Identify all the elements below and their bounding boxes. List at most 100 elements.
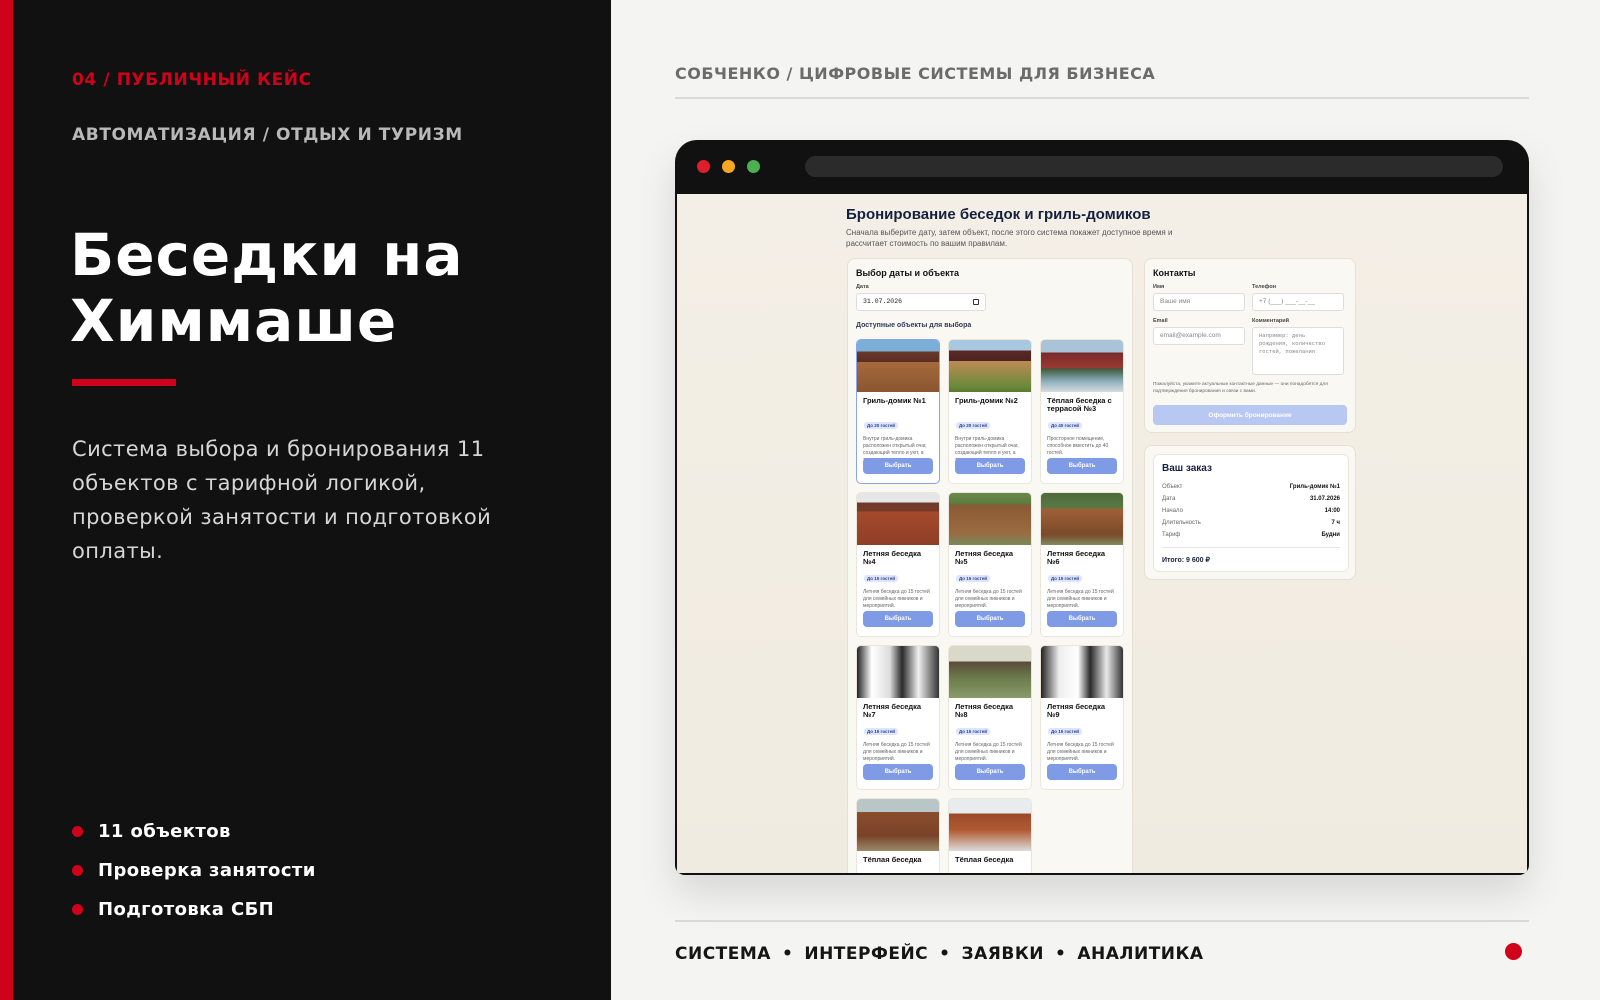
object-card[interactable]: Гриль-домик №1 До 20 гостей Внутри гриль-д… [856,339,940,484]
object-photo [949,799,1031,851]
phone-label: Телефон [1252,284,1277,290]
tag: СИСТЕМА [675,944,771,964]
object-name: Летняя беседка №7 [863,702,922,719]
select-object-button[interactable]: Выбрать [1047,458,1117,474]
capacity-badge: До 15 гостей [1048,728,1082,735]
address-bar[interactable] [805,156,1503,177]
object-photo [949,646,1031,698]
object-photo [857,646,939,698]
tag: ЗАЯВКИ [961,944,1044,964]
case-category: АВТОМАТИЗАЦИЯ / ОТДЫХ И ТУРИЗМ [72,125,463,145]
email-input[interactable]: email@example.com [1153,327,1245,345]
object-photo [1041,340,1123,392]
page-title: Бронирование беседок и гриль-домиков [846,206,1151,223]
name-input[interactable]: Ваше имя [1153,293,1245,311]
page-subtitle: Сначала выберите дату, затем объект, пос… [846,228,1173,248]
capacity-badge: До 15 гостей [1048,575,1082,582]
order-row: Начало 14:00 [1162,508,1340,514]
capacity-badge: До 20 гостей [864,422,898,429]
title-underline [72,379,176,386]
select-object-button[interactable]: Выбрать [863,611,933,627]
select-object-button[interactable]: Выбрать [955,458,1025,474]
object-card[interactable]: Летняя беседка №4 До 15 гостей Летняя бесе… [856,492,940,637]
select-object-button[interactable]: Выбрать [955,611,1025,627]
capacity-badge: До 15 гостей [956,575,990,582]
object-photo [857,493,939,545]
email-label: Email [1153,318,1168,324]
object-card[interactable]: Летняя беседка №9 До 15 гостей Летняя бесе… [1040,645,1124,790]
object-name: Гриль-домик №2 [955,396,1018,405]
object-photo [1041,646,1123,698]
select-object-button[interactable]: Выбрать [1047,764,1117,780]
object-card[interactable]: Тёплая беседка [948,798,1032,873]
object-name: Тёплая беседка [863,855,922,864]
bullet-dot-icon [72,826,83,837]
maximize-dot-icon[interactable] [747,160,760,173]
order-box: Ваш заказ Объект Гриль-домик №1 Дата 31.07… [1153,454,1349,572]
select-object-button[interactable]: Выбрать [1047,611,1117,627]
object-name: Летняя беседка №4 [863,549,922,566]
order-heading: Ваш заказ [1162,463,1212,474]
browser-chrome [675,140,1529,194]
date-input[interactable]: 31.07.2026 [856,293,986,311]
object-photo [949,493,1031,545]
object-name: Гриль-домик №1 [863,396,926,405]
tag: АНАЛИТИКА [1077,944,1204,964]
object-card[interactable]: Тёплая беседка с террасой №3 До 40 гостей… [1040,339,1124,484]
tag-line: СИСТЕМА • ИНТЕРФЕЙС • ЗАЯВКИ • АНАЛИТИКА [675,944,1204,964]
order-row: Тариф Будни [1162,532,1340,538]
name-label: Имя [1153,284,1165,290]
capacity-badge: До 15 гостей [956,728,990,735]
object-photo [949,340,1031,392]
object-name: Летняя беседка №8 [955,702,1014,719]
feature-item: Подготовка СБП [72,890,316,929]
browser-window: Бронирование беседок и гриль-домиков Сна… [675,140,1529,875]
phone-input[interactable]: +7 (___) ___-__-__ [1252,293,1344,311]
order-divider [1162,547,1340,548]
capacity-badge: До 20 гостей [956,422,990,429]
select-object-button[interactable]: Выбрать [955,764,1025,780]
capacity-badge: До 15 гостей [864,728,898,735]
comment-textarea[interactable]: Например: день рождения, количество гост… [1252,327,1344,375]
object-name: Тёплая беседка с террасой №3 [1047,396,1112,413]
bullet-dot-icon [72,865,83,876]
select-object-button[interactable]: Выбрать [863,764,933,780]
object-name: Летняя беседка №6 [1047,549,1106,566]
bottom-divider [675,920,1529,922]
contacts-hint: Пожалуйста, укажите актуальные контактны… [1153,382,1328,394]
object-card[interactable]: Летняя беседка №5 До 15 гостей Летняя бесе… [948,492,1032,637]
date-label: Дата [856,284,869,290]
contacts-heading: Контакты [1153,268,1196,278]
tag-separator: • [1054,944,1067,964]
capacity-badge: До 15 гостей [864,575,898,582]
case-description: Система выбора и бронирования 11 объекто… [72,437,492,563]
object-name: Тёплая беседка [955,855,1014,864]
booking-page: Бронирование беседок и гриль-домиков Сна… [677,194,1527,873]
left-panel: 04 / ПУБЛИЧНЫЙ КЕЙС АВТОМАТИЗАЦИЯ / ОТДЫ… [0,0,611,1000]
tag: ИНТЕРФЕЙС [804,944,929,964]
minimize-dot-icon[interactable] [722,160,735,173]
submit-booking-button[interactable]: Оформить бронирование [1153,405,1347,425]
case-kicker: 04 / ПУБЛИЧНЫЙ КЕЙС [72,70,312,90]
object-card[interactable]: Летняя беседка №8 До 15 гостей Летняя бесе… [948,645,1032,790]
case-title: Беседки на Химмаше [70,221,464,355]
object-card[interactable]: Тёплая беседка [856,798,940,873]
object-name: Летняя беседка №5 [955,549,1014,566]
object-card[interactable]: Гриль-домик №2 До 20 гостей Внутри гриль-д… [948,339,1032,484]
feature-list: 11 объектов Проверка занятости Подготовк… [72,812,316,929]
order-summary-card: Ваш заказ Объект Гриль-домик №1 Дата 31.07… [1144,445,1356,580]
order-row: Объект Гриль-домик №1 [1162,484,1340,490]
order-total: Итого: 9 600 ₽ [1162,557,1210,564]
select-object-button[interactable]: Выбрать [863,458,933,474]
object-photo [857,340,939,392]
picker-heading: Выбор даты и объекта [856,268,960,278]
accent-dot-icon [1505,943,1522,960]
tag-separator: • [939,944,951,964]
object-name: Летняя беседка №9 [1047,702,1106,719]
close-dot-icon[interactable] [697,160,710,173]
object-card[interactable]: Летняя беседка №6 До 15 гостей Летняя бесе… [1040,492,1124,637]
calendar-icon[interactable] [973,299,979,305]
object-card[interactable]: Летняя беседка №7 До 15 гостей Летняя бесе… [856,645,940,790]
order-row: Длительность 7 ч [1162,520,1340,526]
objects-heading: Доступные объекты для выбора [856,322,972,329]
